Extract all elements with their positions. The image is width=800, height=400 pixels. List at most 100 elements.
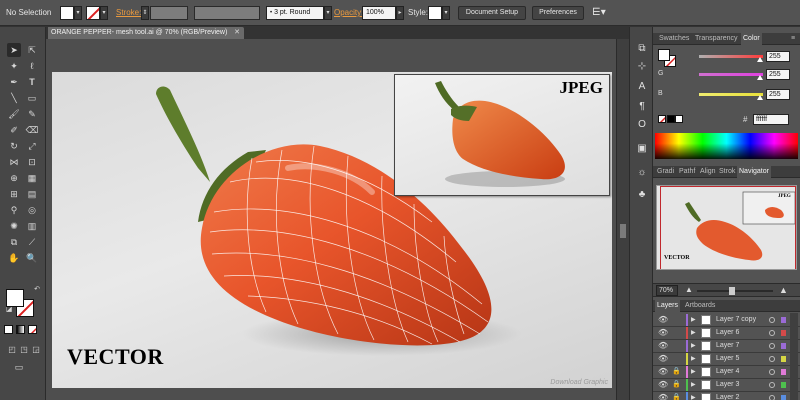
selection-indicator[interactable] (781, 382, 786, 388)
expand-arrow-icon[interactable]: ▶ (691, 353, 697, 365)
artboards-panel-icon[interactable]: ⧉ (634, 41, 650, 57)
column-graph-tool-icon[interactable]: ▥ (25, 219, 39, 233)
selection-indicator[interactable] (781, 356, 786, 362)
blue-value-field[interactable]: 255 (766, 89, 790, 100)
green-slider[interactable] (699, 73, 763, 76)
paragraph-panel-icon[interactable]: ¶ (634, 99, 650, 115)
eyedropper-tool-icon[interactable]: ⚲ (7, 203, 21, 217)
brush-dropdown-icon[interactable]: ▾ (324, 6, 332, 20)
stroke-swatch-button[interactable] (86, 6, 100, 20)
zoom-in-icon[interactable]: ▲ (779, 285, 788, 295)
brushes-panel-icon[interactable]: ☼ (634, 165, 650, 181)
opacity-label-link[interactable]: Opacity: (334, 6, 363, 20)
stroke-label-link[interactable]: Stroke: (116, 6, 141, 20)
tab-stroke[interactable]: Strok (717, 166, 737, 178)
layer-row[interactable]: 👁 🔒 ▶ Layer 4 (653, 366, 800, 379)
scale-tool-icon[interactable]: ⤢ (25, 139, 39, 153)
eye-icon[interactable]: 👁 (658, 392, 668, 400)
screen-mode-icon[interactable]: ▭ (12, 360, 26, 374)
layer-name[interactable]: Layer 3 (716, 379, 739, 391)
lock-icon[interactable] (672, 314, 681, 326)
hex-value-field[interactable]: ffffff (753, 114, 789, 125)
white-color-icon[interactable] (675, 115, 683, 123)
fill-color-box[interactable] (6, 289, 24, 307)
brush-definition-dropdown[interactable]: • 3 pt. Round (266, 6, 324, 20)
tab-navigator[interactable]: Navigator (737, 166, 771, 178)
image-trace-panel-icon[interactable]: ▣ (634, 141, 650, 157)
selection-indicator[interactable] (781, 317, 786, 323)
selection-indicator[interactable] (781, 330, 786, 336)
eye-icon[interactable]: 👁 (658, 366, 668, 378)
tab-artboards[interactable]: Artboards (683, 300, 717, 312)
lock-icon[interactable] (672, 353, 681, 365)
artboard-tool-icon[interactable]: ⧉ (7, 235, 21, 249)
lock-icon[interactable]: 🔒 (672, 366, 681, 378)
target-circle-icon[interactable] (769, 356, 775, 362)
transform-panel-icon[interactable]: ⊹ (634, 59, 650, 75)
stroke-dropdown-icon[interactable]: ▾ (100, 6, 108, 20)
type-tool-icon[interactable]: T (25, 75, 39, 89)
eye-icon[interactable]: 👁 (658, 314, 668, 326)
pen-tool-icon[interactable]: ✒ (7, 75, 21, 89)
tab-transparency[interactable]: Transparency (693, 33, 740, 45)
lasso-tool-icon[interactable]: ℓ (25, 59, 39, 73)
scroll-thumb[interactable] (620, 224, 626, 238)
vertical-scrollbar[interactable] (616, 39, 629, 400)
expand-arrow-icon[interactable]: ▶ (691, 392, 697, 400)
slice-tool-icon[interactable]: ⟋ (25, 235, 39, 249)
swap-fill-stroke-icon[interactable]: ↶ (30, 283, 44, 297)
close-icon[interactable]: ✕ (234, 27, 240, 39)
opacity-field[interactable]: 100% (362, 6, 396, 20)
color-mode-icon[interactable] (4, 325, 13, 334)
layer-row[interactable]: 👁 🔒 ▶ Layer 2 (653, 392, 800, 400)
layer-row[interactable]: 👁 🔒 ▶ Layer 3 (653, 379, 800, 392)
expand-arrow-icon[interactable]: ▶ (691, 340, 697, 352)
zoom-field[interactable]: 70% (656, 285, 678, 296)
mesh-tool-icon[interactable]: ⊞ (7, 187, 21, 201)
document-setup-button[interactable]: Document Setup (458, 6, 526, 20)
zoom-slider-knob[interactable] (729, 287, 735, 295)
lock-icon[interactable] (672, 327, 681, 339)
stroke-weight-stepper[interactable]: ⇕ (141, 6, 149, 20)
eye-icon[interactable]: 👁 (658, 353, 668, 365)
symbol-sprayer-tool-icon[interactable]: ✺ (7, 219, 21, 233)
red-value-field[interactable]: 255 (766, 51, 790, 62)
layer-row[interactable]: 👁 ▶ Layer 5 (653, 353, 800, 366)
selection-indicator[interactable] (781, 369, 786, 375)
opentype-panel-icon[interactable]: O (634, 117, 650, 133)
selection-tool-icon[interactable]: ➤ (7, 43, 21, 57)
variable-width-profile-dropdown[interactable] (194, 6, 260, 20)
green-slider-knob[interactable] (757, 75, 763, 80)
jpeg-reference-image[interactable]: JPEG (394, 74, 610, 196)
gradient-mode-icon[interactable] (16, 325, 25, 334)
navigator-preview[interactable]: VECTOR JPEG (656, 185, 797, 270)
color-fill-box[interactable] (658, 49, 670, 61)
target-circle-icon[interactable] (769, 317, 775, 323)
target-circle-icon[interactable] (769, 382, 775, 388)
red-slider-knob[interactable] (757, 57, 763, 62)
eye-icon[interactable]: 👁 (658, 327, 668, 339)
layer-row[interactable]: 👁 ▶ Layer 7 (653, 340, 800, 353)
stroke-weight-field[interactable] (150, 6, 188, 20)
fill-swatch-button[interactable] (60, 6, 74, 20)
layer-name[interactable]: Layer 4 (716, 366, 739, 378)
graphic-style-swatch[interactable] (428, 6, 442, 20)
lock-icon[interactable] (672, 340, 681, 352)
target-circle-icon[interactable] (769, 395, 775, 400)
expand-arrow-icon[interactable]: ▶ (691, 327, 697, 339)
shape-builder-tool-icon[interactable]: ⊕ (7, 171, 21, 185)
rectangle-tool-icon[interactable]: ▭ (25, 91, 39, 105)
arrange-documents-icon[interactable]: ⋿▾ (592, 6, 606, 20)
layer-name[interactable]: Layer 2 (716, 392, 739, 400)
width-tool-icon[interactable]: ⋈ (7, 155, 21, 169)
blue-slider[interactable] (699, 93, 763, 96)
selection-indicator[interactable] (781, 395, 786, 400)
blend-tool-icon[interactable]: ◎ (25, 203, 39, 217)
layer-name[interactable]: Layer 7 (716, 340, 739, 352)
panel-menu-icon[interactable]: ≡ (789, 33, 797, 45)
rotate-tool-icon[interactable]: ↻ (7, 139, 21, 153)
tab-swatches[interactable]: Swatches (657, 33, 691, 45)
layer-name[interactable]: Layer 6 (716, 327, 739, 339)
eraser-tool-icon[interactable]: ⌫ (25, 123, 39, 137)
green-value-field[interactable]: 255 (766, 69, 790, 80)
